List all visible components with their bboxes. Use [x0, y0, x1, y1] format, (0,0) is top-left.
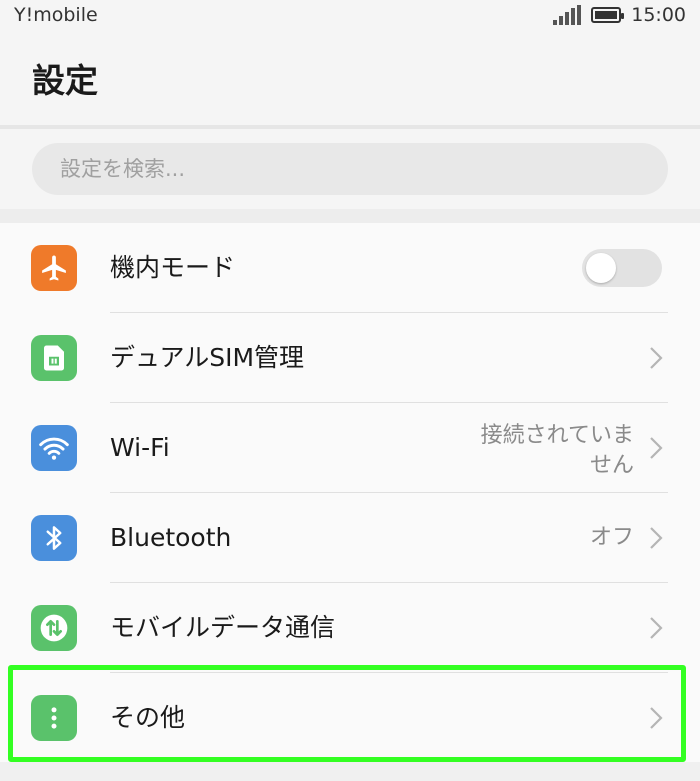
airplane-icon	[31, 245, 77, 291]
settings-item-label: Wi-Fi	[110, 433, 170, 462]
settings-item-label: モバイルデータ通信	[110, 613, 336, 642]
wifi-icon	[31, 425, 77, 471]
status-time: 15:00	[631, 4, 686, 26]
bluetooth-icon	[31, 515, 77, 561]
chevron-right-icon	[650, 617, 663, 639]
settings-item-bluetooth[interactable]: Bluetooth オフ	[0, 493, 700, 583]
settings-screen: Y!mobile 15:00 設定 機内モード	[0, 0, 700, 781]
status-icons: 15:00	[553, 4, 686, 26]
carrier-name: Y!mobile	[14, 4, 98, 26]
settings-item-wifi[interactable]: Wi-Fi 接続されていません	[0, 403, 700, 493]
settings-list: 機内モード デュアルSIM管理 Wi-Fi 接続されていません Bluetoot…	[0, 223, 700, 763]
settings-item-label: Bluetooth	[110, 523, 232, 552]
more-vertical-icon	[31, 695, 77, 741]
mobile-data-icon	[31, 605, 77, 651]
search-input[interactable]	[32, 143, 668, 195]
bluetooth-status: オフ	[589, 525, 634, 550]
wifi-status: 接続されていません	[480, 423, 634, 478]
signal-icon	[553, 5, 582, 25]
page-title: 設定	[32, 60, 98, 100]
settings-item-other[interactable]: その他	[0, 673, 700, 763]
airplane-mode-toggle[interactable]	[582, 249, 662, 287]
chevron-right-icon	[650, 347, 663, 369]
settings-item-label: 機内モード	[110, 253, 236, 282]
settings-item-label: デュアルSIM管理	[110, 343, 305, 372]
section-divider	[0, 209, 700, 223]
chevron-right-icon	[650, 707, 663, 729]
chevron-right-icon	[650, 527, 663, 549]
battery-icon	[591, 7, 625, 23]
chevron-right-icon	[650, 437, 663, 459]
status-bar: Y!mobile 15:00	[0, 0, 700, 30]
toggle-knob	[586, 253, 616, 283]
settings-item-airplane-mode[interactable]: 機内モード	[0, 223, 700, 313]
sim-card-icon	[31, 335, 77, 381]
search-bar	[0, 129, 700, 209]
settings-item-dual-sim[interactable]: デュアルSIM管理	[0, 313, 700, 403]
settings-item-mobile-data[interactable]: モバイルデータ通信	[0, 583, 700, 673]
bottom-strip	[0, 762, 700, 781]
settings-item-label: その他	[110, 703, 186, 732]
